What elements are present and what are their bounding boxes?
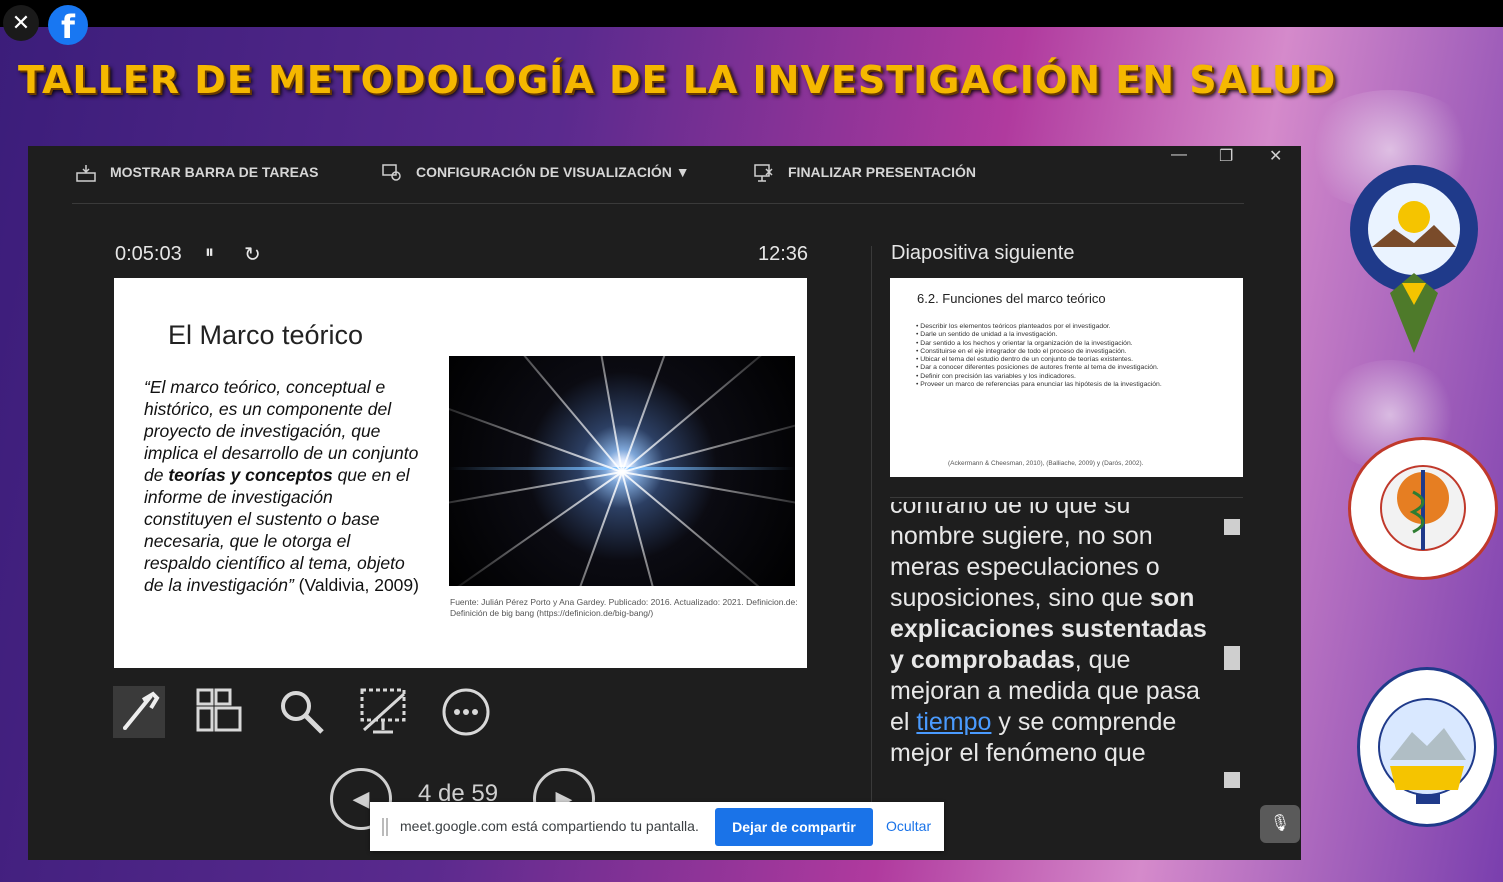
notes-divider bbox=[890, 497, 1243, 498]
more-icon bbox=[442, 688, 490, 736]
next-slide-title: 6.2. Funciones del marco teórico bbox=[917, 291, 1106, 306]
notes-text: nombre sugiere, no son meras especulacio… bbox=[890, 522, 1160, 612]
minimize-button[interactable]: — bbox=[1171, 146, 1187, 164]
top-black-bar bbox=[0, 0, 1503, 27]
next-slide-label: Diapositiva siguiente bbox=[891, 242, 1075, 264]
pause-button[interactable]: ⏸ bbox=[205, 242, 214, 263]
notes-link[interactable]: tiempo bbox=[916, 708, 991, 736]
end-presentation-label: FINALIZAR PRESENTACIÓN bbox=[788, 164, 976, 180]
next-slide-preview[interactable]: 6.2. Funciones del marco teórico Describ… bbox=[890, 278, 1243, 477]
big-bang-image bbox=[449, 356, 795, 586]
list-item: Dar a conocer diferentes posiciones de a… bbox=[916, 364, 1216, 372]
slides-grid-icon bbox=[196, 688, 242, 732]
image-source-caption: Fuente: Julián Pérez Porto y Ana Gardey.… bbox=[450, 597, 798, 618]
list-item: Darle un sentido de unidad a la investig… bbox=[916, 331, 1216, 339]
notes-first-line: contrario de lo que su bbox=[890, 502, 1131, 519]
presenter-view: MOSTRAR BARRA DE TAREAS CONFIGURACIÓN DE… bbox=[28, 146, 1301, 860]
medical-technology-logo bbox=[1357, 667, 1497, 827]
list-item: Proveer un marco de referencias para enu… bbox=[916, 381, 1216, 389]
screen-off-icon bbox=[360, 688, 406, 734]
screen-share-bar: meet.google.com está compartiendo tu pan… bbox=[370, 802, 944, 851]
taskbar-icon bbox=[76, 165, 96, 183]
banner-title: TALLER DE METODOLOGÍA DE LA INVESTIGACIÓ… bbox=[18, 58, 1337, 102]
mic-muted-icon[interactable]: 🎙 bbox=[1260, 805, 1300, 843]
list-item: Dar sentido a los hechos y orientar la o… bbox=[916, 340, 1216, 348]
scroll-down-button[interactable] bbox=[1224, 772, 1240, 788]
next-slide-list: Describir los elementos teóricos plantea… bbox=[916, 323, 1216, 389]
close-icon[interactable]: ✕ bbox=[3, 5, 39, 41]
zoom-button[interactable] bbox=[276, 686, 328, 738]
scrollbar-thumb[interactable] bbox=[1224, 646, 1240, 670]
quote-bold-text: teorías y conceptos bbox=[168, 465, 333, 485]
more-options-button[interactable] bbox=[440, 686, 492, 738]
panel-divider bbox=[871, 246, 872, 806]
reset-timer-button[interactable]: ↻ bbox=[244, 242, 261, 267]
black-screen-button[interactable] bbox=[358, 686, 410, 738]
scroll-up-button[interactable] bbox=[1224, 519, 1240, 535]
slide-quote: “El marco teórico, conceptual e históric… bbox=[144, 376, 419, 596]
share-message: meet.google.com está compartiendo tu pan… bbox=[400, 818, 699, 834]
umsa-logo bbox=[1350, 155, 1478, 353]
list-item: Ubicar el tema del estudio dentro de un … bbox=[916, 356, 1216, 364]
slide-title: El Marco teórico bbox=[168, 320, 364, 350]
medicine-faculty-logo bbox=[1348, 437, 1498, 580]
toolbar-divider bbox=[72, 203, 1244, 204]
elapsed-timer: 0:05:03 bbox=[115, 243, 182, 265]
display-settings-icon bbox=[382, 164, 401, 182]
magnifier-icon bbox=[281, 691, 324, 734]
list-item: Definir con precisión las variables y lo… bbox=[916, 373, 1216, 381]
next-slide-reference: (Ackermann & Cheesman, 2010), (Balliache… bbox=[948, 460, 1144, 467]
speaker-notes[interactable]: contrario de lo que su nombre sugiere, n… bbox=[890, 502, 1220, 792]
clock: 12:36 bbox=[758, 243, 809, 265]
list-item: Constituirse en el eje integrador de tod… bbox=[916, 348, 1216, 356]
display-settings-label: CONFIGURACIÓN DE VISUALIZACIÓN ▼ bbox=[416, 164, 690, 180]
end-presentation-icon bbox=[754, 164, 773, 183]
quote-citation: (Valdivia, 2009) bbox=[293, 575, 419, 595]
see-all-slides-button[interactable] bbox=[194, 686, 246, 738]
list-item: Describir los elementos teóricos plantea… bbox=[916, 323, 1216, 331]
pen-icon bbox=[123, 691, 160, 730]
current-slide: El Marco teórico “El marco teórico, conc… bbox=[114, 278, 807, 668]
show-taskbar-button[interactable]: MOSTRAR BARRA DE TAREAS bbox=[76, 164, 319, 183]
facebook-logo-icon[interactable]: f bbox=[48, 5, 88, 46]
show-taskbar-label: MOSTRAR BARRA DE TAREAS bbox=[110, 164, 319, 180]
display-settings-button[interactable]: CONFIGURACIÓN DE VISUALIZACIÓN ▼ bbox=[382, 164, 690, 182]
pen-tool-button[interactable] bbox=[113, 686, 165, 738]
hide-button[interactable]: Ocultar bbox=[886, 818, 931, 834]
stop-sharing-button[interactable]: Dejar de compartir bbox=[715, 808, 873, 846]
end-presentation-button[interactable]: FINALIZAR PRESENTACIÓN bbox=[754, 164, 976, 183]
close-window-button[interactable]: ✕ bbox=[1269, 146, 1282, 166]
drag-handle-icon[interactable] bbox=[382, 818, 388, 836]
restore-button[interactable]: ❐ bbox=[1219, 146, 1233, 166]
